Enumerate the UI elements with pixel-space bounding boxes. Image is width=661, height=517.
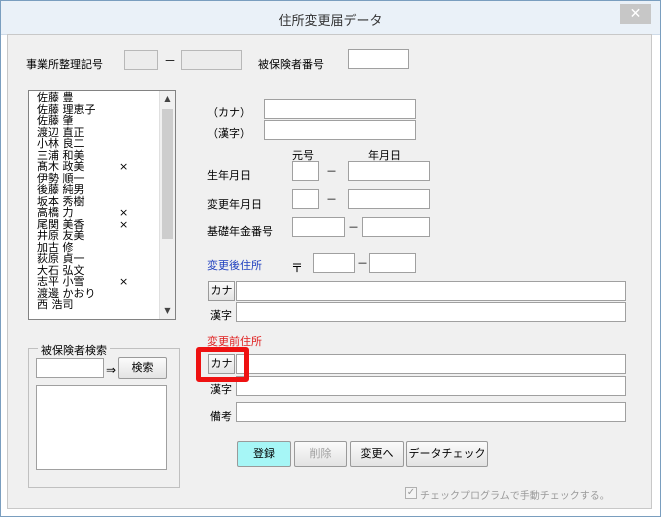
kanji-name-field[interactable] (264, 120, 416, 140)
pension-no-label: 基礎年金番号 (207, 225, 273, 238)
change-era-field[interactable] (292, 189, 319, 209)
old-address-kana-field[interactable] (236, 354, 626, 374)
scroll-up-icon[interactable]: ▲ (160, 91, 175, 107)
pension-no-field-1[interactable] (292, 217, 345, 237)
birth-dash: － (326, 165, 337, 178)
list-item-name: 西 浩司 (37, 298, 74, 311)
new-address-label: 変更後住所 (207, 259, 262, 272)
birth-era-field[interactable] (292, 161, 319, 181)
kana-name-field[interactable] (264, 99, 416, 119)
new-address-kana-button[interactable]: カナ (208, 281, 235, 301)
data-check-button[interactable]: データチェック (406, 441, 488, 467)
insured-no-label: 被保険者番号 (258, 58, 324, 71)
old-address-kanji-label: 漢字 (210, 383, 232, 396)
office-code-field-1 (124, 50, 158, 70)
register-button[interactable]: 登録 (237, 441, 291, 467)
office-code-field-2 (181, 50, 242, 70)
kanji-name-label: （漢字） (207, 127, 251, 140)
new-address-kana-field[interactable] (236, 281, 626, 301)
list-item[interactable]: 西 浩司 (37, 299, 155, 311)
search-button[interactable]: 検索 (118, 357, 167, 379)
old-address-kanji-field[interactable] (236, 376, 626, 396)
kana-name-label: （カナ） (207, 106, 251, 119)
search-group-title: 被保険者検索 (38, 342, 110, 358)
postal-code-field-1[interactable] (313, 253, 355, 273)
birth-date-label: 生年月日 (207, 169, 251, 182)
search-results-box[interactable] (36, 385, 167, 470)
pension-dash: － (348, 221, 359, 234)
manual-check-checkbox[interactable]: ✓ (405, 487, 417, 499)
employee-listbox[interactable]: 佐藤 豊佐藤 理恵子 佐藤 肇渡辺 直正 小林 良二 三浦 和美 髙木 政美 × 伊勢 順一… (28, 90, 176, 320)
scroll-thumb[interactable] (162, 109, 173, 239)
remarks-label: 備考 (210, 410, 232, 423)
office-code-label: 事業所整理記号 (26, 58, 103, 71)
window-title: 住所変更届データ (278, 14, 383, 29)
to-change-button[interactable]: 変更へ (350, 441, 404, 467)
remarks-field[interactable] (236, 402, 626, 422)
change-ymd-field[interactable] (348, 189, 430, 209)
new-address-kanji-field[interactable] (236, 302, 626, 322)
manual-check-label: チェックプログラムで手動チェックする。 (420, 491, 610, 502)
close-button[interactable]: ✕ (620, 4, 651, 24)
list-item-mark: × (119, 160, 129, 173)
list-item-mark: × (119, 275, 129, 288)
list-item-mark: × (119, 217, 129, 231)
highlight-box (196, 347, 249, 382)
insured-no-field[interactable] (348, 49, 409, 69)
new-address-kanji-label: 漢字 (210, 309, 232, 322)
title-bar: 住所変更届データ ✕ (1, 1, 660, 35)
change-dash: － (326, 193, 337, 206)
change-date-label: 変更年月日 (207, 198, 262, 211)
pension-no-field-2[interactable] (362, 217, 430, 237)
postal-code-field-2[interactable] (369, 253, 416, 273)
postal-dash: － (357, 257, 368, 270)
search-input[interactable] (36, 358, 104, 378)
birth-ymd-field[interactable] (348, 161, 430, 181)
list-scrollbar[interactable]: ▲ ▼ (159, 91, 175, 319)
office-code-dash: － (164, 54, 177, 68)
employee-list: 佐藤 豊佐藤 理恵子 佐藤 肇渡辺 直正 小林 良二 三浦 和美 髙木 政美 × 伊勢 順一… (37, 92, 155, 311)
delete-button[interactable]: 削除 (294, 441, 347, 467)
arrow-icon: ⇒ (106, 363, 117, 377)
postal-mark-icon: 〒 (291, 261, 304, 275)
list-item-mark: × (119, 206, 129, 219)
scroll-down-icon[interactable]: ▼ (160, 303, 175, 319)
